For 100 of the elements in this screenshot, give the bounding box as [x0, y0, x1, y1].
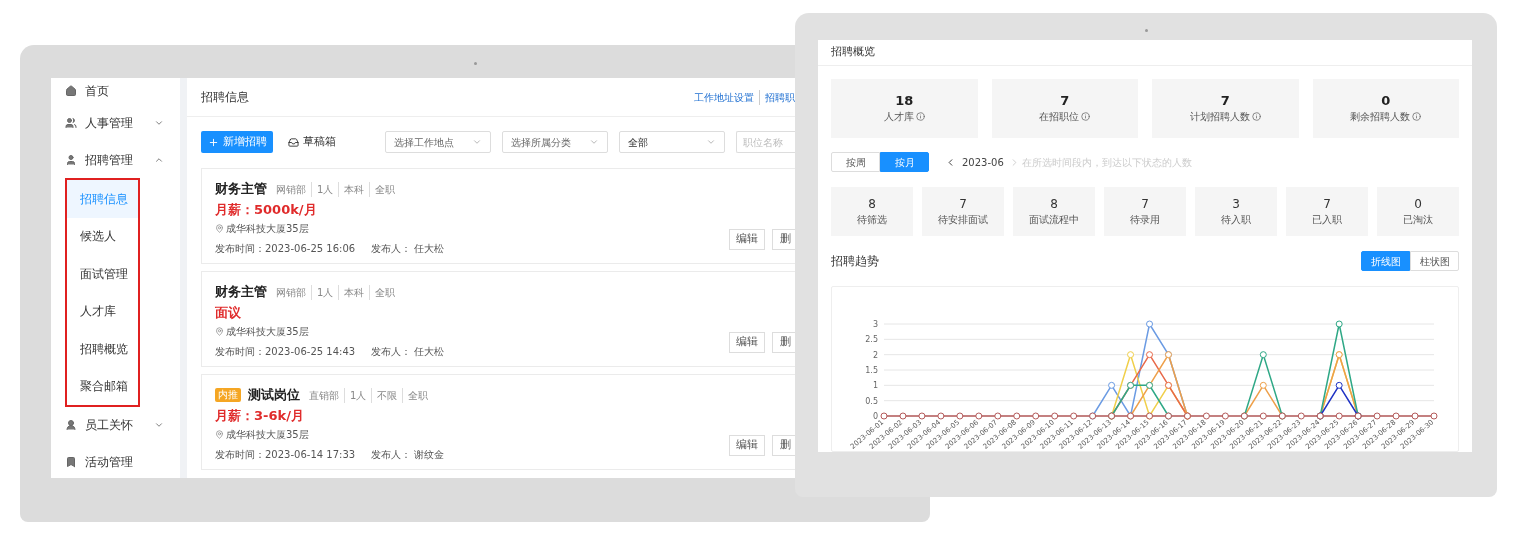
- info-icon: [1251, 112, 1261, 121]
- publish-time: 发布时间：2023-06-14 17:33: [215, 448, 356, 462]
- submenu-item[interactable]: 招聘概览: [67, 330, 138, 368]
- y-axis-label: 1: [872, 381, 878, 391]
- publisher-text: 发布人： 任大松: [371, 242, 445, 256]
- point: [956, 412, 964, 420]
- point: [918, 412, 926, 420]
- delete-button[interactable]: 删: [772, 229, 795, 250]
- salary-text: 月薪：5000k/月: [215, 201, 317, 219]
- point: [1013, 412, 1021, 420]
- status-label: 已入职: [1312, 212, 1342, 227]
- chevron-down-icon: [472, 137, 482, 147]
- point: [1108, 381, 1116, 389]
- sidebar-item[interactable]: 活动管理: [51, 443, 180, 478]
- status-count: 7: [959, 196, 967, 212]
- edit-button[interactable]: 编辑: [729, 229, 765, 250]
- point: [1070, 412, 1078, 420]
- status-label: 待安排面试: [938, 212, 988, 227]
- stat-value: 18: [895, 93, 914, 109]
- point: [1202, 412, 1210, 420]
- point: [1392, 412, 1400, 420]
- period-label: 2023-06: [962, 155, 1004, 170]
- submenu-item[interactable]: 聚合邮箱: [67, 367, 138, 405]
- point: [1051, 412, 1059, 420]
- sidebar-item[interactable]: 人事管理: [51, 104, 180, 142]
- point: [1146, 320, 1154, 328]
- page-title: 招聘信息: [201, 89, 250, 106]
- job-tag: 1人: [344, 387, 372, 403]
- job-tag: 全职: [369, 181, 401, 197]
- status-count: 7: [1141, 196, 1149, 212]
- status-count: 3: [1232, 196, 1240, 212]
- submenu-item[interactable]: 候选人: [67, 217, 138, 255]
- edit-button[interactable]: 编辑: [729, 332, 765, 353]
- point: [1259, 381, 1267, 389]
- stat-label: 在招职位: [1039, 110, 1080, 124]
- y-axis-label: 0.5: [865, 396, 878, 406]
- job-title: 财务主管: [215, 180, 267, 199]
- job-tag: 本科: [338, 284, 370, 300]
- toggle-tab[interactable]: 按周: [831, 152, 880, 172]
- point: [937, 412, 945, 420]
- location-text: 成华科技大厦35层: [226, 428, 309, 442]
- job-tag: 1人: [311, 284, 339, 300]
- publish-time: 发布时间：2023-06-25 14:43: [215, 345, 356, 359]
- point: [1335, 320, 1343, 328]
- status-count: 7: [1323, 196, 1331, 212]
- dropdown-select[interactable]: 选择工作地点: [385, 131, 491, 153]
- menu-icon: [65, 154, 77, 167]
- point: [1335, 412, 1343, 420]
- sidebar-item[interactable]: 首页: [51, 78, 180, 104]
- job-tag: 网销部: [276, 284, 311, 300]
- stat-value: 7: [1220, 93, 1230, 109]
- edit-button[interactable]: 编辑: [729, 435, 765, 456]
- point: [1032, 412, 1040, 420]
- status-label: 待筛选: [857, 212, 887, 227]
- y-axis-label: 2.5: [865, 335, 878, 345]
- referral-badge: 内推: [215, 388, 241, 402]
- chevron-down-icon: [589, 137, 599, 147]
- point: [880, 412, 888, 420]
- job-tag: 不限: [371, 387, 403, 403]
- location-pin-icon: [215, 327, 224, 336]
- chevron-down-icon: [706, 137, 716, 147]
- job-tag: 本科: [338, 181, 370, 197]
- publisher-text: 发布人： 谢纹金: [371, 448, 445, 462]
- header-link[interactable]: 工作地址设置: [694, 89, 754, 105]
- point: [899, 412, 907, 420]
- submenu-item[interactable]: 人才库: [67, 292, 138, 330]
- job-title: 测试岗位: [248, 386, 300, 405]
- point: [1430, 412, 1438, 420]
- publish-time: 发布时间：2023-06-25 16:06: [215, 242, 356, 256]
- y-axis-label: 0: [872, 412, 878, 421]
- toggle-tab[interactable]: 柱状图: [1410, 251, 1459, 271]
- point: [994, 412, 1002, 420]
- submenu-item[interactable]: 面试管理: [67, 255, 138, 293]
- info-icon: [1412, 112, 1422, 121]
- menu-icon: [65, 116, 77, 129]
- menu-icon: [65, 418, 77, 431]
- dropdown-select[interactable]: 全部: [619, 131, 725, 153]
- drafts-button[interactable]: 草稿箱: [288, 131, 340, 153]
- delete-button[interactable]: 删: [772, 435, 795, 456]
- point: [1297, 412, 1305, 420]
- sidebar-item[interactable]: 招聘管理: [51, 141, 180, 179]
- delete-button[interactable]: 删: [772, 332, 795, 353]
- job-tag: 全职: [369, 284, 401, 300]
- location-text: 成华科技大厦35层: [226, 325, 309, 339]
- job-tag: 直销部: [309, 387, 344, 403]
- status-label: 面试流程中: [1029, 212, 1079, 227]
- inbox-icon: [288, 136, 299, 148]
- point: [1259, 412, 1267, 420]
- y-axis-label: 2: [872, 350, 878, 360]
- job-tag: 全职: [402, 387, 434, 403]
- stat-label: 人才库: [883, 110, 914, 124]
- point: [1373, 412, 1381, 420]
- job-title: 财务主管: [215, 283, 267, 302]
- dropdown-select[interactable]: 选择所属分类: [502, 131, 608, 153]
- publisher-text: 发布人： 任大松: [371, 345, 445, 359]
- stat-value: 7: [1060, 93, 1070, 109]
- salary-text: 月薪：3-6k/月: [215, 407, 304, 425]
- sidebar-item[interactable]: 员工关怀: [51, 406, 180, 444]
- y-axis-label: 1.5: [865, 366, 878, 375]
- salary-text: 面议: [215, 304, 241, 322]
